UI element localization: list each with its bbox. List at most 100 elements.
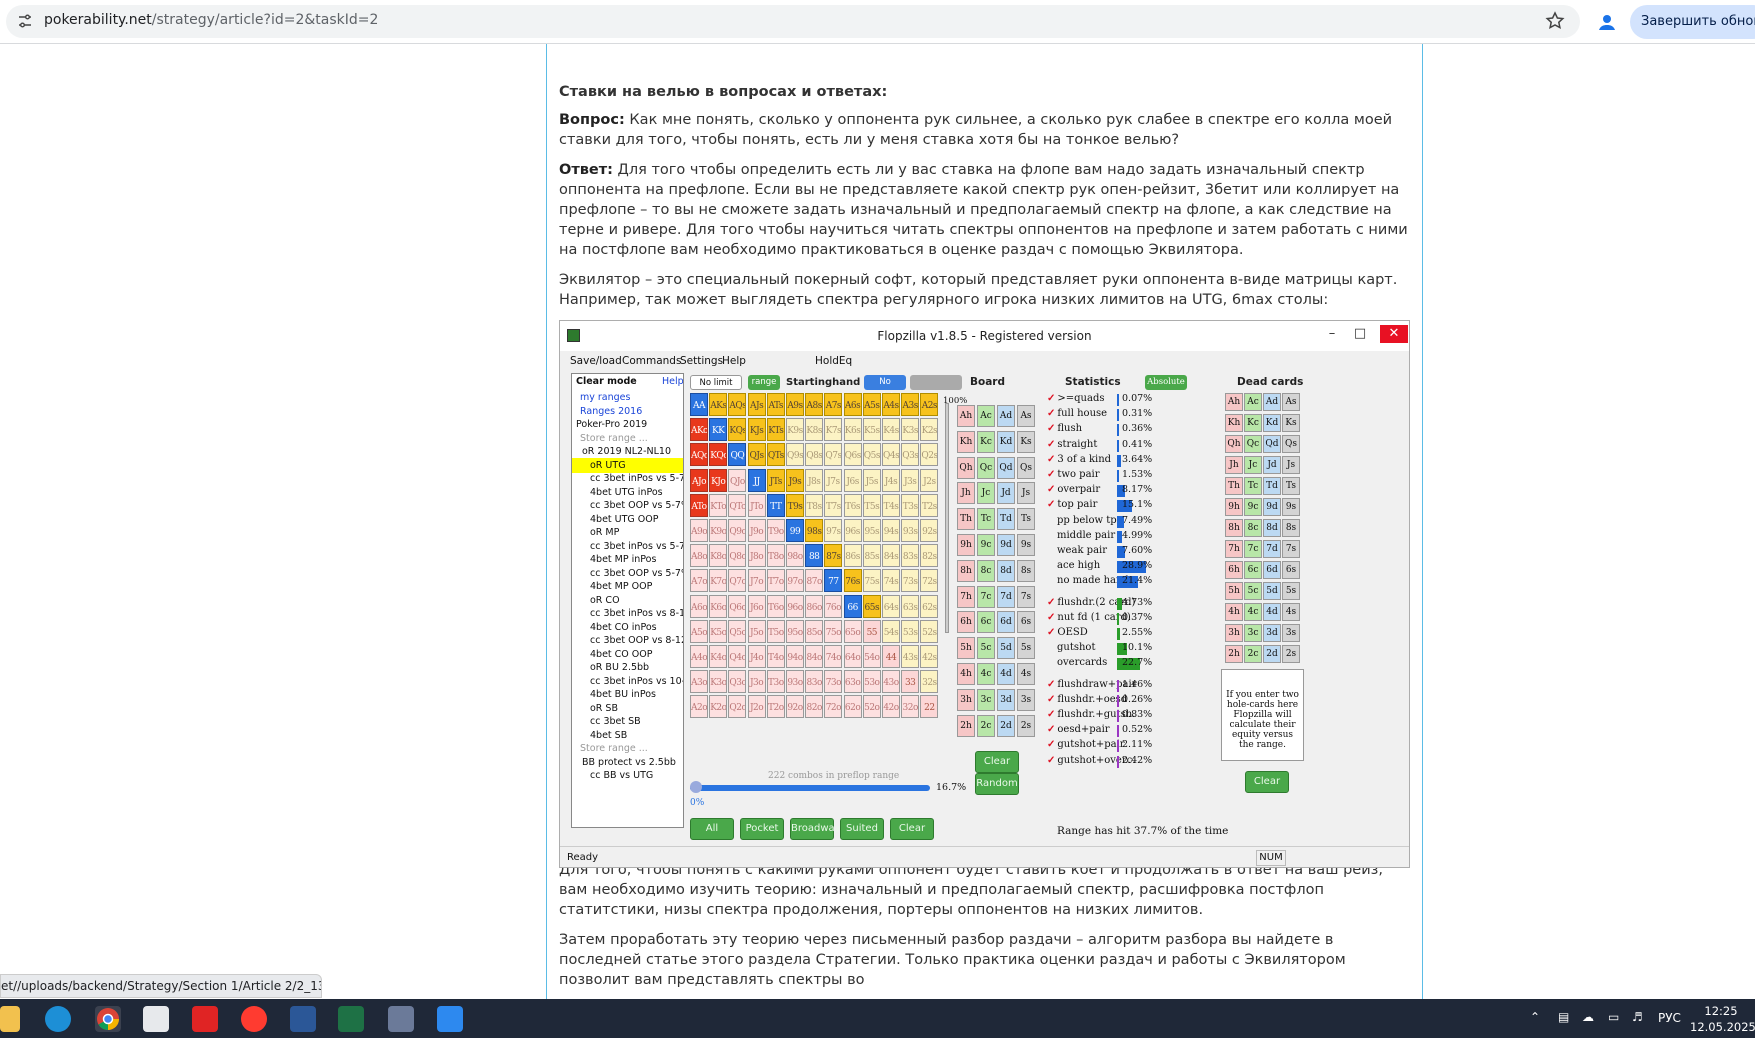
clock[interactable]: 12:25 12.05.2025 [1690, 1003, 1755, 1035]
dead-card: 8d [1263, 519, 1281, 537]
stat-pct: 0.37% [1122, 611, 1153, 623]
edge-icon[interactable] [45, 1006, 71, 1032]
bookmark-star-icon[interactable] [1545, 11, 1565, 31]
range-cell: K5s [862, 418, 881, 442]
range-cell: 65o [843, 619, 862, 643]
tray-device-icon[interactable]: ▤ [1558, 1010, 1569, 1024]
dead-card: 4s [1282, 603, 1300, 621]
maximize-icon: □ [1353, 326, 1367, 341]
board-card: 4h [957, 663, 975, 685]
range-cell: Q3s [901, 443, 920, 467]
range-cell: KQs [728, 418, 747, 442]
range-cell: 84o [805, 645, 824, 668]
finish-update-button[interactable]: Завершить обновле [1630, 5, 1755, 39]
stat-label: weak pair [1057, 545, 1108, 556]
range-cell: 42s [920, 645, 939, 668]
stat-pct: 0.52% [1122, 724, 1153, 736]
stat-pct: 0.41% [1122, 438, 1153, 450]
excel-icon[interactable] [338, 1006, 364, 1032]
range-cell: QJs [747, 443, 766, 467]
board-card: 8h [957, 559, 975, 582]
content-border-left [546, 44, 547, 999]
range-cell: 33 [901, 670, 920, 694]
dead-card: 7s [1282, 540, 1300, 558]
range-cell: 54o [862, 645, 881, 668]
board-card: 7s [1017, 585, 1035, 608]
stat-label: ✓ flush [1047, 423, 1083, 435]
dead-card: Ks [1282, 414, 1300, 432]
profile-icon[interactable] [1596, 11, 1618, 33]
chrome-icon[interactable] [95, 1006, 121, 1032]
url-host: pokerability.net [44, 12, 152, 28]
range-cell: 93o [786, 670, 804, 694]
range-cell: 44 [882, 645, 900, 668]
board-card: Qs [1017, 456, 1035, 479]
range-cell: 53o [862, 670, 881, 694]
dead-card: Kd [1263, 414, 1281, 432]
grid-buttons: All Pocket Broadway Suited Clear [690, 818, 970, 844]
yandex-icon[interactable] [241, 1006, 267, 1032]
range-cell: A3s [901, 393, 920, 416]
board-card: Kd [997, 430, 1015, 453]
calculator-icon[interactable] [388, 1006, 414, 1032]
weight-buttons [910, 375, 962, 390]
board-card: 4c [977, 663, 995, 685]
range-tree: Clear mode Help my ranges Ranges 2016 Poke… [571, 373, 684, 828]
range-cell: J5o [747, 619, 766, 643]
statistics-header: Statistics [1065, 376, 1121, 388]
flopzilla-titlebar: Flopzilla v1.8.5 - Registered version – … [560, 321, 1409, 351]
board-card: 3h [957, 688, 975, 711]
board-card: Ks [1017, 430, 1035, 453]
board-card: Ah [957, 405, 975, 427]
range-cell: Q9o [728, 519, 747, 542]
range-cell: J7o [747, 569, 766, 593]
board-card: Ts [1017, 508, 1035, 531]
range-cell: 77 [824, 569, 843, 593]
tree-help-link: Help [662, 376, 684, 387]
network-icon[interactable]: ▭ [1608, 1010, 1619, 1024]
stat-label: pp below tp [1057, 514, 1117, 526]
dead-card: Kh [1225, 414, 1243, 432]
board-card: Tc [977, 508, 995, 531]
site-info-icon[interactable] [17, 13, 33, 29]
board-card: 7h [957, 585, 975, 608]
board-card: 7d [997, 585, 1015, 608]
tray-chevron-icon[interactable]: ⌃ [1530, 1010, 1540, 1024]
range-cell: 52o [862, 695, 881, 719]
range-cell: 97s [824, 519, 843, 542]
range-cell: 87o [805, 569, 824, 593]
word-icon[interactable] [290, 1006, 316, 1032]
range-cell: A9o [690, 519, 708, 542]
photos-icon[interactable] [437, 1006, 463, 1032]
range-cell: Q8s [805, 443, 824, 467]
stat-label: ✓ 3 of a kind [1047, 453, 1112, 465]
volume-icon[interactable]: ♬ [1632, 1010, 1643, 1024]
flopzilla-window-image[interactable]: Flopzilla v1.8.5 - Registered version – … [559, 320, 1410, 868]
stat-pct: 0.36% [1122, 423, 1153, 435]
range-cell: KK [709, 418, 728, 442]
board-card: 3s [1017, 688, 1035, 711]
range-cell: 74o [824, 645, 843, 668]
file-explorer-icon[interactable] [0, 1006, 20, 1032]
url-text[interactable]: pokerability.net/strategy/article?id=2&t… [44, 12, 378, 28]
stat-pct: 2.55% [1122, 627, 1153, 638]
acrobat-icon[interactable] [192, 1006, 218, 1032]
content-border-right [1422, 44, 1423, 999]
range-cell: 92s [920, 519, 939, 542]
stat-pct: 0.83% [1122, 709, 1153, 720]
notepad-icon[interactable] [143, 1006, 169, 1032]
stat-bar [1117, 740, 1120, 753]
question-label: Вопрос: [559, 112, 625, 128]
dead-card: 7c [1244, 540, 1262, 558]
onedrive-icon[interactable]: ☁ [1582, 1010, 1594, 1024]
range-cell: 76o [824, 594, 843, 618]
range-cell: AJs [747, 393, 766, 416]
language-indicator[interactable]: РУС [1658, 1011, 1681, 1025]
range-cell: K7s [824, 418, 843, 442]
stat-label: gutshot [1057, 642, 1096, 654]
close-icon: ✕ [1380, 325, 1408, 343]
menu-settings: Settings [680, 355, 724, 367]
board-card: 9c [977, 534, 995, 556]
stat-pct: 21.4% [1122, 575, 1153, 587]
question-paragraph: Вопрос: Как мне понять, сколько у оппоне… [559, 110, 1411, 150]
